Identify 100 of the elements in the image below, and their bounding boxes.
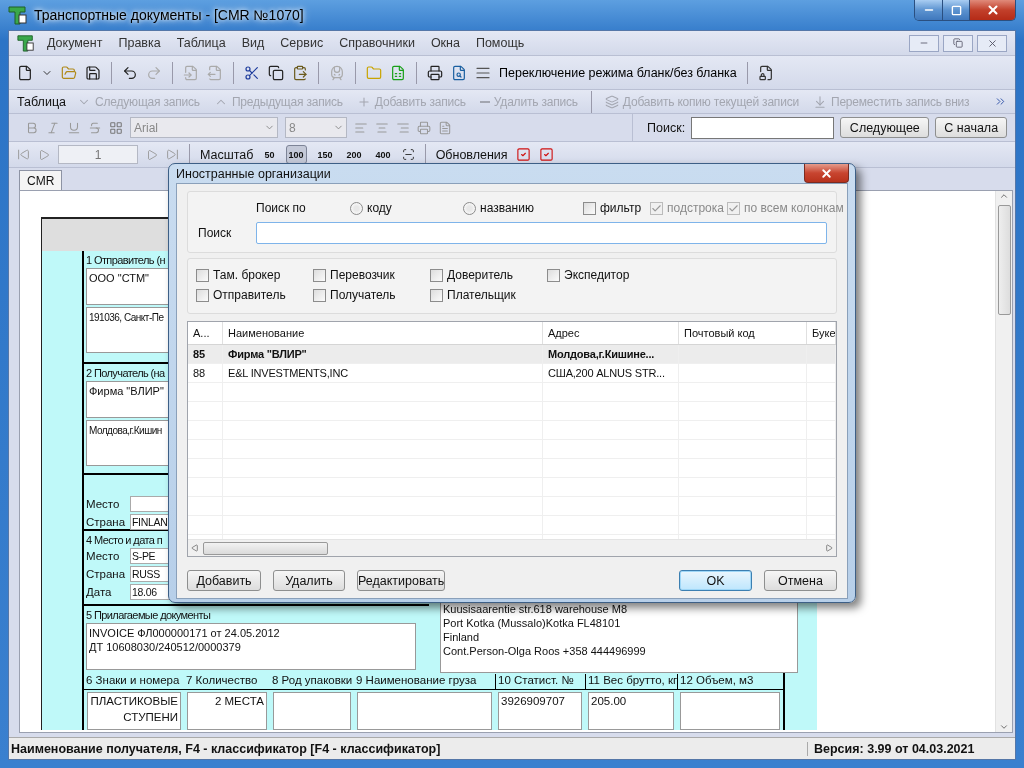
fit-page-icon[interactable] — [401, 148, 415, 161]
copy-icon[interactable] — [268, 64, 284, 81]
menu-item[interactable]: Правка — [114, 36, 165, 50]
check-icon[interactable] — [538, 147, 554, 162]
menu-item[interactable]: Вид — [237, 36, 269, 50]
dialog-button[interactable]: Отмена — [764, 570, 837, 591]
next-page-icon[interactable] — [146, 148, 158, 161]
maximize-button[interactable] — [942, 0, 969, 20]
open-folder-icon[interactable] — [61, 64, 77, 81]
horizontal-scrollbar[interactable] — [188, 539, 836, 556]
scrollbar-thumb[interactable] — [997, 205, 1011, 315]
close-button[interactable] — [969, 0, 1015, 20]
zoom-button[interactable]: 50 — [261, 145, 278, 164]
checkbox-option[interactable]: Перевозчик — [313, 268, 430, 282]
menu-item[interactable]: Окна — [426, 36, 464, 50]
check-icon[interactable] — [515, 147, 531, 162]
scrollbar-thumb[interactable] — [203, 541, 328, 555]
grid-icon[interactable] — [109, 120, 123, 135]
align-right-icon[interactable] — [396, 120, 410, 135]
cargo-field[interactable] — [357, 692, 492, 730]
document-icon[interactable] — [390, 64, 406, 81]
undo-icon[interactable] — [122, 64, 138, 81]
train-icon[interactable] — [329, 64, 345, 81]
search-field[interactable] — [256, 222, 827, 244]
column-header[interactable]: А... — [188, 322, 223, 344]
import-icon[interactable] — [183, 64, 199, 81]
cut-icon[interactable] — [244, 64, 260, 81]
zoom-button[interactable]: 150 — [314, 145, 336, 164]
save-icon[interactable] — [85, 64, 101, 81]
checkbox-option[interactable]: Получатель — [313, 288, 430, 302]
first-page-icon[interactable] — [17, 148, 30, 161]
dialog-button[interactable]: Удалить — [273, 570, 345, 591]
folder-icon[interactable] — [366, 64, 382, 81]
search-field[interactable] — [691, 116, 835, 139]
scroll-left-icon[interactable] — [191, 544, 199, 552]
minimize-button[interactable] — [915, 0, 942, 20]
column-header[interactable]: Буке — [807, 322, 836, 344]
menu-item[interactable]: Документ — [43, 36, 107, 50]
dialog-button[interactable]: Добавить — [187, 570, 261, 591]
restore-button[interactable] — [943, 34, 973, 52]
menu-item[interactable]: Таблица — [172, 36, 230, 50]
documents-field[interactable]: INVOICE ФЛ000000171 от 24.05.2012 ДТ 10608030/240512/0000379 — [86, 623, 416, 670]
paste-icon[interactable] — [292, 64, 308, 81]
checkbox-option[interactable]: Доверитель — [430, 268, 547, 282]
export-icon[interactable] — [207, 64, 223, 81]
page-field[interactable]: 1 — [58, 145, 138, 164]
scroll-up-icon[interactable] — [999, 191, 1009, 201]
align-left-icon[interactable] — [354, 120, 368, 135]
checkbox-option[interactable]: фильтр — [583, 201, 650, 215]
checkbox-option[interactable]: Плательщик — [430, 288, 547, 302]
close-button[interactable] — [804, 164, 849, 183]
underline-icon[interactable] — [67, 120, 81, 135]
minimize-button[interactable] — [909, 34, 939, 52]
document-lock-icon[interactable] — [757, 64, 774, 81]
column-header[interactable]: Адрес — [543, 322, 679, 344]
zoom-button[interactable]: 200 — [343, 145, 365, 164]
cargo-field[interactable] — [273, 692, 351, 730]
radio-option[interactable]: коду — [350, 201, 463, 215]
menu-item[interactable]: Справочники — [335, 36, 419, 50]
checkbox-option[interactable]: Экспедитор — [547, 268, 664, 282]
plus-icon — [356, 94, 371, 109]
document-tab[interactable]: CMR — [19, 170, 63, 190]
version-label: Версия: 3.99 от 04.03.2021 — [807, 741, 1015, 756]
italic-icon[interactable] — [46, 120, 60, 135]
last-page-icon[interactable] — [166, 148, 179, 161]
table-row[interactable]: 85 Фирма "ВЛИР" Молдова,г.Кишине... — [188, 345, 836, 364]
cargo-field[interactable]: ПЛАСТИКОВЫЕСТУПЕНИ — [87, 692, 181, 730]
previous-page-icon[interactable] — [38, 148, 50, 161]
mode-switch-button[interactable]: Переключение режима бланк/без бланка — [499, 65, 737, 80]
print-preview-icon[interactable] — [451, 64, 467, 81]
search-button[interactable]: Следующее — [840, 117, 930, 138]
dialog-button[interactable]: Редактировать — [357, 570, 445, 591]
checkbox-option[interactable]: Там. брокер — [196, 268, 313, 282]
redo-icon[interactable] — [146, 64, 162, 81]
cargo-field[interactable]: 2 МЕСТА — [187, 692, 267, 730]
window-title: Транспортные документы - [CMR №1070] — [34, 7, 304, 23]
zoom-button[interactable]: 400 — [372, 145, 394, 164]
printer-icon[interactable] — [417, 120, 431, 135]
align-center-icon[interactable] — [375, 120, 389, 135]
dialog-button[interactable]: OK — [679, 570, 752, 591]
document-icon[interactable] — [438, 120, 452, 135]
vertical-scrollbar[interactable] — [995, 191, 1012, 732]
chevrons-right-icon[interactable] — [994, 95, 1007, 108]
scroll-right-icon[interactable] — [825, 544, 833, 552]
radio-option[interactable]: названию — [463, 201, 583, 215]
checkbox-option[interactable]: Отправитель — [196, 288, 313, 302]
menu-item[interactable]: Сервис — [276, 36, 328, 50]
search-button[interactable]: С начала — [935, 117, 1007, 138]
column-header[interactable]: Почтовый код — [679, 322, 807, 344]
cargo-field[interactable] — [680, 692, 780, 730]
menu-item[interactable]: Помощь — [471, 36, 529, 50]
cargo-field[interactable]: 205.00 — [588, 692, 674, 730]
strikethrough-icon[interactable] — [88, 120, 102, 135]
column-header[interactable]: Наименование — [223, 322, 543, 344]
new-file-icon[interactable] — [17, 64, 33, 81]
cargo-field[interactable]: 3926909707 — [498, 692, 582, 730]
scroll-down-icon[interactable] — [999, 722, 1009, 732]
print-icon[interactable] — [427, 64, 443, 81]
table-row[interactable]: 88 E&L INVESTMENTS,INC США,200 ALNUS STR... — [188, 364, 836, 383]
bold-icon[interactable] — [25, 120, 39, 135]
